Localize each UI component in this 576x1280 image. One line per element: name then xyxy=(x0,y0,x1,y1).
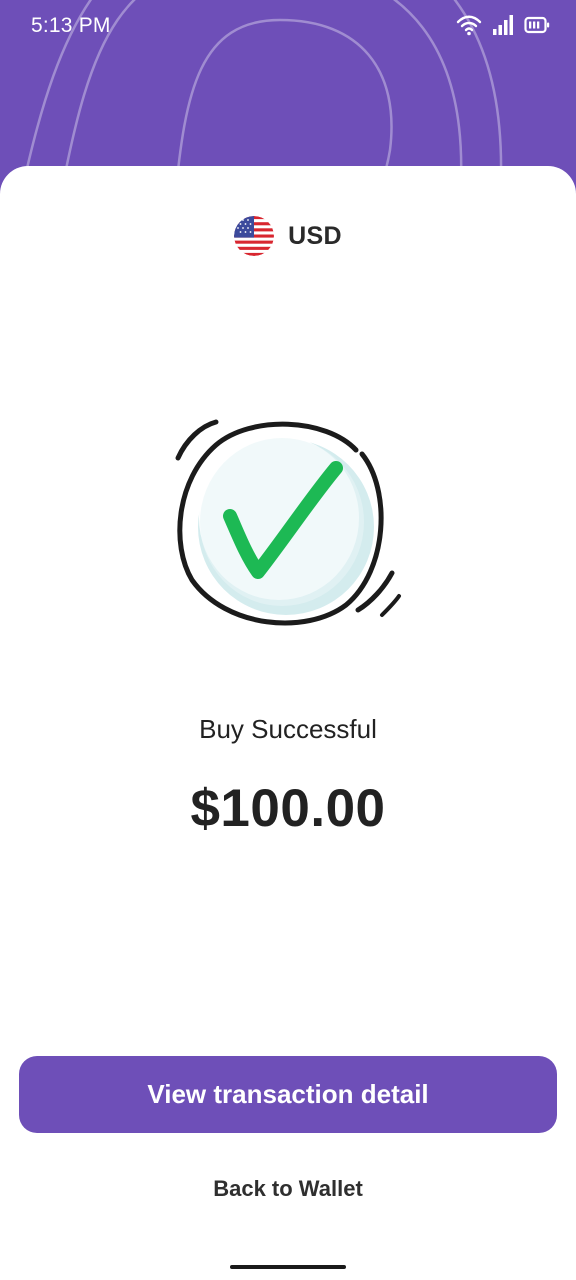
success-check-icon xyxy=(166,410,410,640)
signal-icon xyxy=(492,14,514,36)
battery-icon xyxy=(524,15,550,35)
status-icons xyxy=(456,14,550,36)
result-title: Buy Successful xyxy=(199,714,377,744)
currency-code: USD xyxy=(288,221,342,250)
result-amount: $100.00 xyxy=(190,779,386,838)
home-indicator xyxy=(230,1265,346,1269)
currency-badge: USD xyxy=(0,216,576,256)
back-to-wallet-link[interactable]: Back to Wallet xyxy=(0,1176,576,1202)
wifi-icon xyxy=(456,14,482,36)
status-time: 5:13 PM xyxy=(31,14,111,37)
view-transaction-detail-button[interactable]: View transaction detail xyxy=(19,1056,557,1133)
status-bar: 5:13 PM xyxy=(0,0,576,56)
us-flag-icon xyxy=(234,216,275,256)
